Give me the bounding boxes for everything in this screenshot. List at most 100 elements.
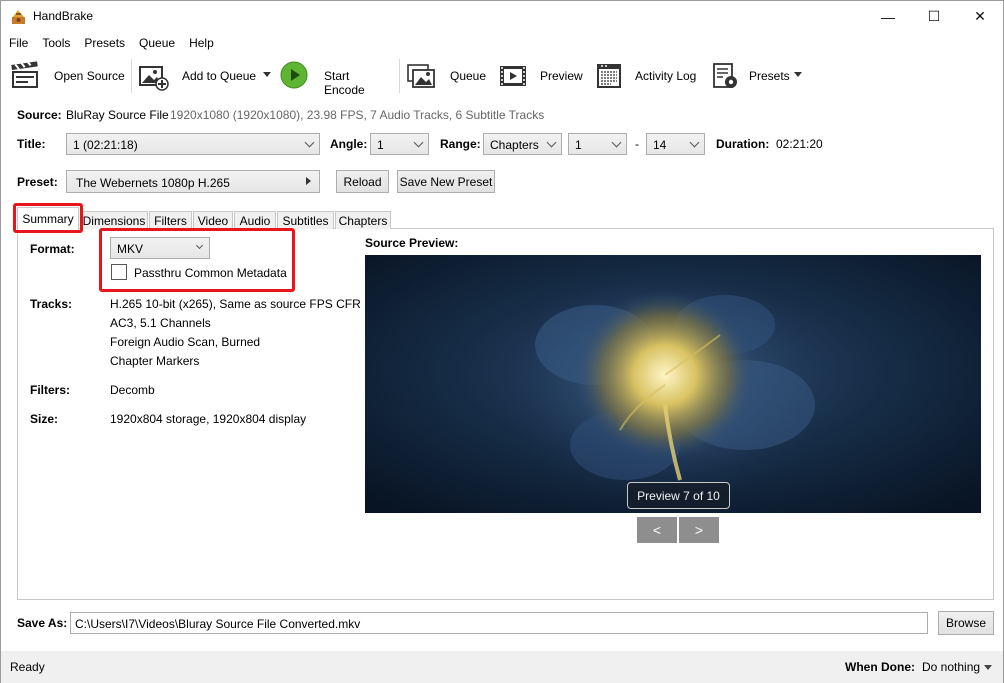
chevron-right-icon: [306, 177, 311, 185]
range-label: Range:: [440, 137, 481, 151]
range-type-select[interactable]: Chapters: [483, 133, 562, 155]
tab-video[interactable]: Video: [193, 211, 233, 229]
maximize-button[interactable]: ☐: [911, 1, 957, 32]
open-source-label: Open Source: [54, 69, 125, 83]
add-to-queue-label: Add to Queue: [182, 69, 257, 83]
start-encode-button[interactable]: Start Encode: [280, 57, 392, 97]
track-video: H.265 10-bit (x265), Same as source FPS …: [110, 297, 361, 311]
preset-selector-value: The Webernets 1080p H.265: [76, 176, 230, 190]
tab-audio[interactable]: Audio: [234, 211, 276, 229]
preview-label: Preview: [540, 69, 583, 83]
preview-counter-badge: Preview 7 of 10: [627, 482, 730, 509]
queue-button[interactable]: Queue: [403, 57, 487, 95]
film-preview-icon: [500, 66, 526, 86]
tab-filters-label: Filters: [154, 213, 187, 228]
previous-preview-button[interactable]: <: [637, 517, 677, 543]
chevron-down-icon: [546, 137, 557, 148]
close-button[interactable]: ✕: [957, 1, 1003, 32]
activity-log-icon: [597, 64, 621, 88]
tracks-label: Tracks:: [30, 297, 73, 311]
tab-subtitles[interactable]: Subtitles: [277, 211, 334, 229]
handbrake-app-icon: [12, 10, 25, 24]
menu-tools[interactable]: Tools: [35, 33, 77, 55]
preset-label: Preset:: [17, 175, 58, 189]
when-done-value: Do nothing: [922, 660, 981, 674]
chevron-right-icon: >: [694, 522, 704, 538]
open-source-button[interactable]: Open Source: [7, 57, 127, 95]
tab-chapters[interactable]: Chapters: [335, 211, 391, 229]
chevron-left-icon: <: [652, 522, 662, 538]
summary-tab-highlight: [13, 203, 83, 233]
range-end-value: 14: [653, 138, 667, 152]
tab-chapters-label: Chapters: [338, 213, 388, 228]
size-label: Size:: [30, 412, 59, 426]
tab-dimensions-label: Dimensions: [82, 213, 146, 228]
size-value: 1920x804 storage, 1920x804 display: [110, 412, 307, 426]
toolbar-separator: [131, 59, 132, 93]
source-preview-image: [365, 255, 981, 513]
status-text: Ready: [10, 660, 45, 674]
track-chapters: Chapter Markers: [110, 354, 200, 368]
angle-label: Angle:: [330, 137, 368, 151]
reload-button-label: Reload: [343, 174, 382, 189]
menu-file[interactable]: File: [1, 33, 35, 55]
duration-label: Duration:: [716, 137, 770, 151]
toolbar-separator: [399, 59, 400, 93]
minimize-icon: —: [881, 8, 895, 25]
when-done-select[interactable]: Do nothing: [920, 657, 996, 677]
tab-dimensions[interactable]: Dimensions: [80, 211, 148, 229]
tab-filters[interactable]: Filters: [149, 211, 192, 229]
title-select[interactable]: 1 (02:21:18): [66, 133, 320, 155]
menu-queue[interactable]: Queue: [132, 33, 182, 55]
save-as-path-input[interactable]: C:\Users\I7\Videos\Bluray Source File Co…: [70, 612, 928, 634]
save-as-label: Save As:: [17, 616, 68, 630]
source-preview-label: Source Preview:: [365, 236, 459, 250]
status-bar: Ready When Done: Do nothing: [1, 651, 1003, 683]
queue-icon: [407, 64, 435, 88]
preset-selector[interactable]: The Webernets 1080p H.265: [66, 170, 320, 193]
next-preview-button[interactable]: >: [679, 517, 719, 543]
start-encode-label: Start Encode: [324, 69, 365, 97]
chevron-down-icon: [984, 665, 992, 670]
add-to-queue-button[interactable]: Add to Queue: [135, 57, 275, 95]
add-image-icon: [139, 66, 169, 91]
browse-button-label: Browse: [945, 616, 986, 630]
activity-log-button[interactable]: Activity Log: [591, 57, 699, 95]
reload-button[interactable]: Reload: [336, 170, 389, 193]
close-icon: ✕: [974, 8, 986, 24]
menu-help[interactable]: Help: [182, 33, 221, 55]
filters-label: Filters:: [30, 383, 71, 397]
chevron-down-icon: [611, 137, 622, 148]
angle-select[interactable]: 1: [370, 133, 429, 155]
angle-select-value: 1: [377, 138, 384, 152]
filters-value: Decomb: [110, 383, 155, 397]
title-bar: HandBrake — ☐ ✕: [1, 1, 1003, 32]
chevron-down-icon: [689, 137, 700, 148]
save-new-preset-button[interactable]: Save New Preset: [397, 170, 495, 193]
browse-button[interactable]: Browse: [938, 611, 994, 635]
title-select-value: 1 (02:21:18): [73, 138, 138, 152]
presets-label: Presets: [749, 69, 790, 83]
tab-video-label: Video: [197, 213, 229, 228]
window-title: HandBrake: [33, 9, 94, 23]
range-start-select[interactable]: 1: [568, 133, 627, 155]
chevron-down-icon[interactable]: [263, 72, 271, 77]
handbrake-window: HandBrake — ☐ ✕ File Tools Presets Queue…: [0, 0, 1004, 683]
presets-button[interactable]: Presets: [707, 57, 807, 95]
preview-counter-text: Preview 7 of 10: [637, 488, 720, 503]
save-as-path-value: C:\Users\I7\Videos\Bluray Source File Co…: [75, 617, 361, 631]
minimize-button[interactable]: —: [865, 1, 911, 32]
menu-bar: File Tools Presets Queue Help: [1, 33, 1003, 55]
queue-label: Queue: [450, 69, 487, 83]
toolbar: Open Source Add to Queue Start Encode Qu…: [1, 57, 1003, 97]
track-subtitle: Foreign Audio Scan, Burned: [110, 335, 261, 349]
chevron-down-icon[interactable]: [794, 72, 802, 77]
source-details: 1920x1080 (1920x1080), 23.98 FPS, 7 Audi…: [170, 108, 545, 122]
range-start-value: 1: [575, 138, 582, 152]
preview-button[interactable]: Preview: [495, 57, 583, 95]
menu-presets[interactable]: Presets: [77, 33, 132, 55]
duration-value: 02:21:20: [776, 137, 823, 151]
presets-gear-icon: [713, 63, 737, 88]
range-end-select[interactable]: 14: [646, 133, 705, 155]
format-highlight: [99, 228, 295, 292]
